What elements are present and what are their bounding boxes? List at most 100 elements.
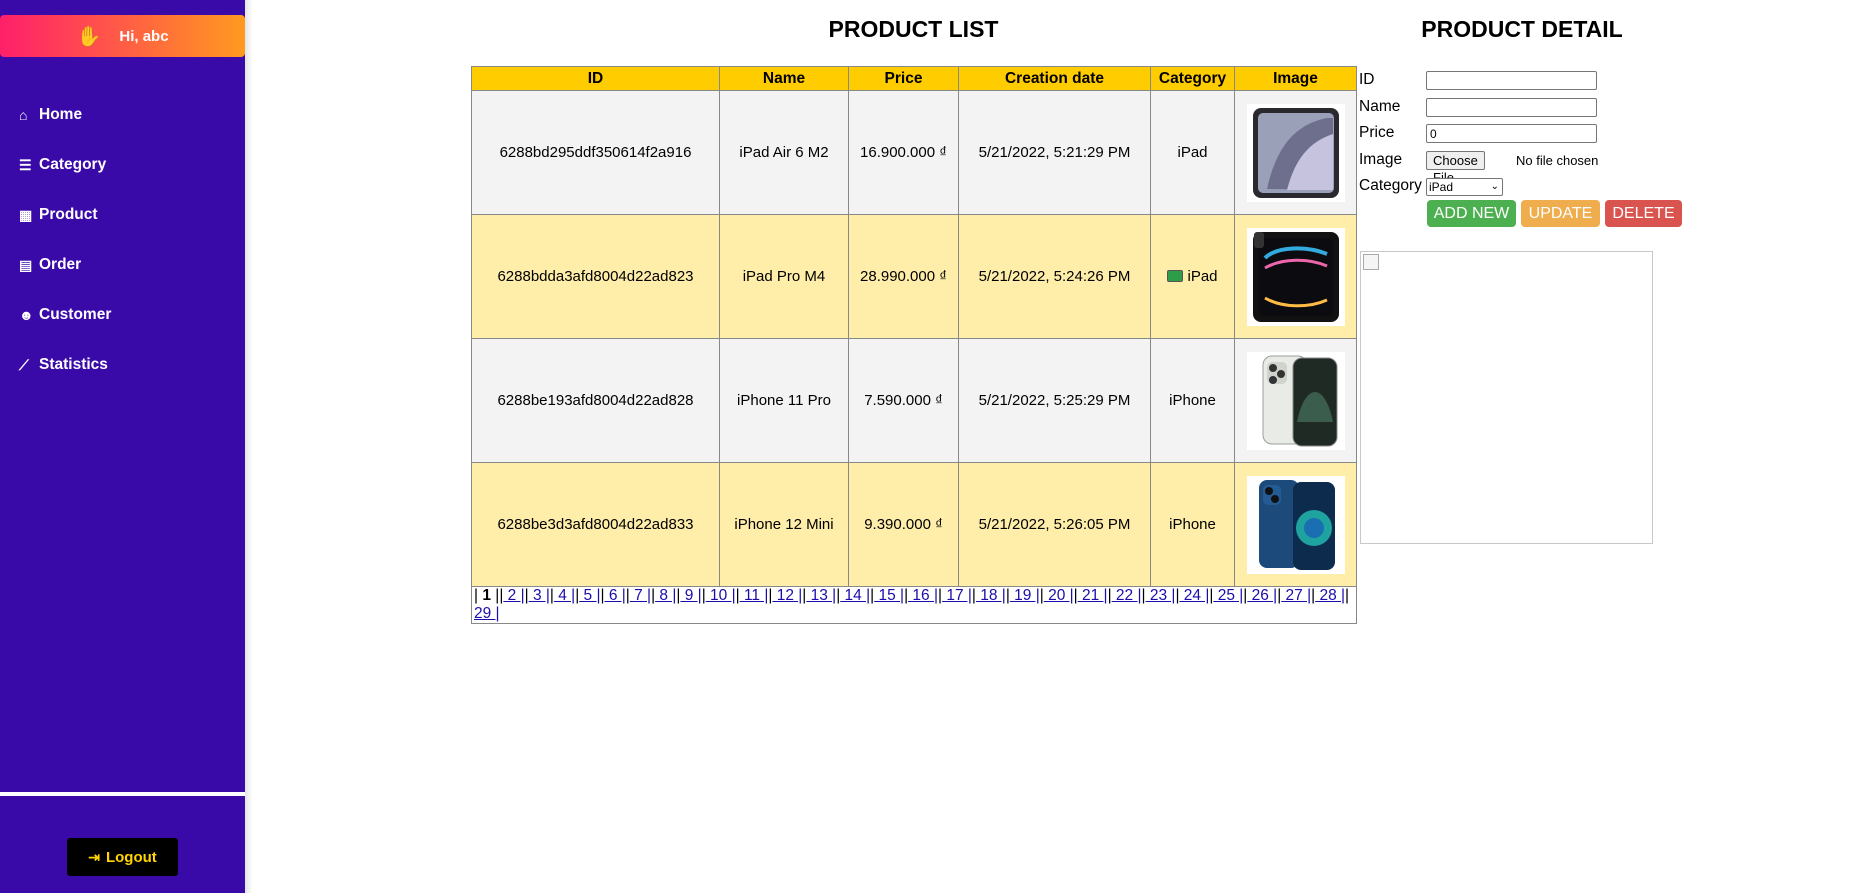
price-label: Price [1359, 124, 1395, 141]
sidebar-item-product[interactable]: ▦ Product [19, 190, 111, 240]
image-preview [1360, 251, 1653, 544]
cell-id: 6288be193afd8004d22ad828 [471, 338, 720, 463]
id-field[interactable] [1426, 71, 1597, 90]
logout-icon: ⇥ [88, 848, 100, 865]
sidebar-item-statistics[interactable]: ⟋ Statistics [19, 340, 111, 390]
page-link[interactable]: 7 | [630, 587, 651, 604]
logout-label: Logout [105, 848, 157, 866]
cell-date: 5/21/2022, 5:24:26 PM [958, 214, 1151, 339]
iphone-12-mini-image [1246, 475, 1345, 574]
column-header-image: Image [1234, 66, 1357, 91]
table-row[interactable]: 6288be3d3afd8004d22ad833 iPhone 12 Mini … [471, 462, 1357, 587]
page-link[interactable]: 27 | [1281, 587, 1312, 604]
delete-button[interactable]: DELETE [1605, 200, 1682, 227]
broken-image-icon [1363, 254, 1379, 270]
page-link[interactable]: 20 | [1044, 587, 1074, 604]
greeting-text: Hi, abc [119, 27, 169, 45]
page-link[interactable]: 10 | [706, 587, 736, 604]
product-list-title: PRODUCT LIST [828, 16, 999, 42]
name-label: Name [1359, 98, 1401, 115]
cell-price: 7.590.000 ₫ [848, 338, 959, 463]
cell-category-text: iPad [1187, 268, 1218, 285]
chevron-down-icon: ⌄ [1490, 181, 1499, 192]
page-link[interactable]: 23 | [1146, 587, 1176, 604]
page-link[interactable]: 13 | [806, 587, 837, 604]
cell-name: iPhone 11 Pro [719, 338, 849, 463]
cell-name: iPhone 12 Mini [719, 462, 849, 587]
page-link[interactable]: 2 | [503, 587, 525, 604]
page-link[interactable]: 17 | [942, 587, 972, 604]
page-link[interactable]: 14 | [840, 587, 871, 604]
sidebar-item-home[interactable]: ⌂ Home [19, 90, 111, 140]
home-icon: ⌂ [19, 107, 28, 123]
page-link[interactable]: 29 | [474, 605, 500, 622]
page-link[interactable]: 21 | [1078, 587, 1108, 604]
page-link[interactable]: 22 | [1112, 587, 1142, 604]
column-header-name: Name [719, 66, 849, 91]
column-header-date: Creation date [958, 66, 1151, 91]
sidebar-item-order[interactable]: ▤ Order [19, 240, 111, 290]
sidebar-item-category[interactable]: ☰ Category [19, 140, 111, 190]
sidebar-shadow [245, 0, 253, 893]
name-field[interactable] [1426, 98, 1597, 117]
category-flag-icon [1167, 270, 1184, 282]
page-link[interactable]: 25 | [1213, 587, 1244, 604]
cell-category: iPhone [1150, 462, 1235, 587]
iphone-11-pro-image [1246, 351, 1345, 450]
page-link[interactable]: 18 | [976, 587, 1006, 604]
page-link[interactable]: 19 | [1010, 587, 1040, 604]
pagination-row: | 1 || 2 || 3 || 4 || 5 || 6 || 7 || 8 |… [471, 586, 1357, 624]
page-link[interactable]: 6 | [605, 587, 626, 604]
page-link[interactable]: 12 | [772, 587, 803, 604]
hand-wave-icon: ✋ [76, 25, 102, 48]
category-select[interactable]: iPad ⌄ [1426, 178, 1503, 196]
cell-price: 28.990.000 ₫ [848, 214, 959, 339]
logout-button[interactable]: ⇥ Logout [67, 838, 178, 876]
cell-category: iPad [1150, 90, 1235, 215]
gift-icon: ▦ [19, 206, 33, 223]
table-row[interactable]: 6288bdda3afd8004d22ad823 iPad Pro M4 28.… [471, 214, 1357, 339]
table-row[interactable]: 6288bd295ddf350614f2a916 iPad Air 6 M2 1… [471, 90, 1357, 215]
page-link[interactable]: 11 | [740, 587, 768, 604]
sidebar: ✋ Hi, abc ⌂ Home ☰ Category ▦ Product ▤ … [0, 0, 245, 893]
page-link[interactable]: 8 | [655, 587, 676, 604]
id-label: ID [1359, 71, 1375, 88]
cell-date: 5/21/2022, 5:21:29 PM [958, 90, 1151, 215]
page-link[interactable]: 9 | [680, 587, 702, 604]
column-header-id: ID [471, 66, 720, 91]
page-link[interactable]: 5 | [579, 587, 601, 604]
ipad-air-image [1246, 103, 1345, 202]
product-table: ID Name Price Creation date Category Ima… [471, 66, 1357, 624]
page-link[interactable]: 26 | [1247, 587, 1278, 604]
add-new-button[interactable]: ADD NEW [1427, 200, 1516, 227]
cell-id: 6288bdda3afd8004d22ad823 [471, 214, 720, 339]
page-current: 1 [482, 587, 491, 604]
sidebar-menu: ⌂ Home ☰ Category ▦ Product ▤ Order ☻ Cu… [19, 90, 111, 390]
update-button[interactable]: UPDATE [1521, 200, 1600, 227]
page-link[interactable]: 24 | [1179, 587, 1210, 604]
category-select-value: iPad [1429, 180, 1454, 194]
product-detail-title: PRODUCT DETAIL [1421, 16, 1623, 42]
cell-id: 6288bd295ddf350614f2a916 [471, 90, 720, 215]
cell-date: 5/21/2022, 5:26:05 PM [958, 462, 1151, 587]
page-link[interactable]: 3 | [529, 587, 550, 604]
choose-file-button[interactable]: Choose File [1426, 151, 1485, 185]
sidebar-item-label: Product [39, 206, 98, 223]
cell-name: iPad Pro M4 [719, 214, 849, 339]
sidebar-item-label: Category [39, 156, 107, 173]
cell-category: iPad [1150, 214, 1235, 339]
greeting-banner: ✋ Hi, abc [0, 15, 245, 57]
page-links: | 2 || 3 || 4 || 5 || 6 || 7 || 8 || 9 |… [474, 587, 1350, 622]
page-link[interactable]: 15 | [874, 587, 904, 604]
chart-line-icon: ⟋ [19, 356, 29, 373]
page-link[interactable]: 28 | [1315, 587, 1345, 604]
cell-price: 16.900.000 ₫ [848, 90, 959, 215]
page-link[interactable]: 16 | [908, 587, 938, 604]
sidebar-item-customer[interactable]: ☻ Customer [19, 290, 111, 340]
page-link[interactable]: 4 | [554, 587, 575, 604]
price-field[interactable] [1426, 124, 1597, 143]
table-row[interactable]: 6288be193afd8004d22ad828 iPhone 11 Pro 7… [471, 338, 1357, 463]
cell-image [1234, 90, 1357, 215]
sidebar-item-label: Statistics [39, 356, 108, 373]
sidebar-item-label: Order [39, 256, 82, 273]
